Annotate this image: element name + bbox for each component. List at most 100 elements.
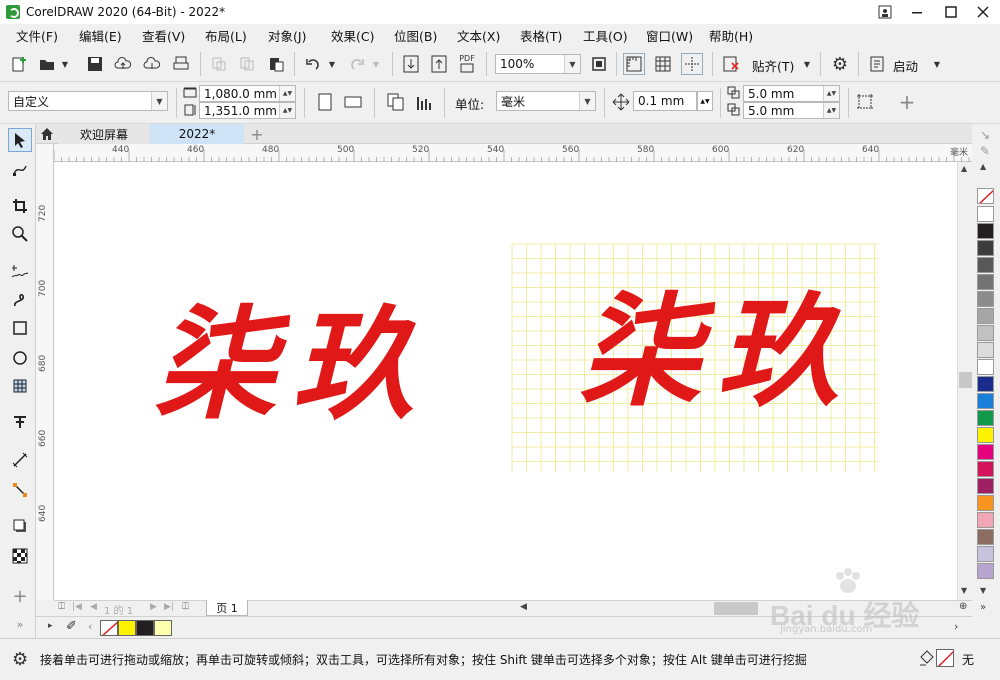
palette-swatch[interactable]	[977, 427, 994, 443]
shape-tool-icon[interactable]	[8, 158, 32, 182]
rulers-toggle-icon[interactable]	[623, 53, 645, 75]
snap-to-label[interactable]: 贴齐(T)	[752, 56, 794, 75]
palette-expand-icon[interactable]: »	[980, 602, 986, 613]
height-spinner-icon[interactable]: ▲▼	[279, 103, 295, 118]
landscape-icon[interactable]	[342, 91, 364, 113]
menu-object[interactable]: 对象(J)	[262, 26, 325, 45]
page-width-field[interactable]: 1,080.0 mm ▲▼	[199, 85, 296, 102]
menu-table[interactable]: 表格(T)	[514, 26, 577, 45]
width-spinner-icon[interactable]: ▲▼	[279, 86, 295, 101]
menu-window[interactable]: 窗口(W)	[640, 26, 703, 45]
menu-layout[interactable]: 布局(L)	[199, 26, 262, 45]
add-page-icon[interactable]: ⎅	[182, 602, 189, 612]
scroll-up-icon[interactable]: ▲	[961, 164, 967, 173]
cloud-share-icon[interactable]	[141, 53, 163, 75]
full-screen-icon[interactable]	[588, 53, 610, 75]
skip-first-icon[interactable]: |◀	[72, 602, 82, 612]
prev-page-icon[interactable]: ◀	[90, 602, 97, 612]
import-icon[interactable]	[400, 53, 422, 75]
expand-toolbox-icon[interactable]: »	[8, 612, 32, 636]
undo-dropdown-icon[interactable]: ▼	[326, 53, 338, 75]
palette-swatch[interactable]	[977, 393, 994, 409]
undo-icon[interactable]	[302, 53, 324, 75]
crop-tool-icon[interactable]	[8, 194, 32, 218]
palette-swatch[interactable]	[977, 223, 994, 239]
menu-edit[interactable]: 编辑(E)	[73, 26, 136, 45]
palette-swatch[interactable]	[977, 512, 994, 528]
outline-none-swatch[interactable]	[936, 649, 954, 667]
calligraphy-text-traced[interactable]: 柒玖	[579, 279, 855, 423]
launch-icon[interactable]	[866, 53, 888, 75]
doc-palette-expand-icon[interactable]: ▸	[48, 621, 53, 631]
vertical-scroll-thumb[interactable]	[959, 372, 972, 388]
doc-swatch-black[interactable]	[136, 620, 154, 636]
palette-swatch[interactable]	[977, 308, 994, 324]
horizontal-ruler[interactable]: 440 460 480 500 520 540 560 580 600 620 …	[54, 144, 972, 162]
eyedropper-icon[interactable]: ✐	[66, 619, 77, 634]
menu-help[interactable]: 帮助(H)	[703, 26, 766, 45]
palette-swatch[interactable]	[977, 529, 994, 545]
guidelines-toggle-icon[interactable]	[681, 53, 703, 75]
palette-swatch[interactable]	[977, 206, 994, 222]
palette-swatch[interactable]	[977, 240, 994, 256]
page-size-select[interactable]: 自定义 ▼	[8, 91, 168, 111]
next-page-icon[interactable]: ▶	[150, 602, 157, 612]
snap-off-icon[interactable]	[720, 53, 742, 75]
docker-arrow-icon[interactable]: ↘	[980, 128, 990, 142]
nudge-distance-field[interactable]: 0.1 mm	[633, 91, 697, 111]
copy-icon[interactable]	[236, 53, 258, 75]
zoom-tool-icon[interactable]	[8, 222, 32, 246]
add-tool-icon[interactable]: +	[8, 584, 32, 608]
menu-bitmaps[interactable]: 位图(B)	[388, 26, 451, 45]
drawing-canvas[interactable]: 柒玖 柒玖	[54, 162, 957, 600]
export-icon[interactable]	[428, 53, 450, 75]
table-tool-icon[interactable]	[8, 374, 32, 398]
dup-y-spinner-icon[interactable]: ▲▼	[823, 103, 839, 118]
portrait-icon[interactable]	[314, 91, 336, 113]
bleed-icon[interactable]	[854, 91, 876, 113]
doc-swatch-yellow[interactable]	[118, 620, 136, 636]
palette-swatch[interactable]	[977, 444, 994, 460]
palette-swatch[interactable]	[977, 359, 994, 375]
palette-swatch[interactable]	[977, 495, 994, 511]
launch-label[interactable]: 启动	[893, 56, 918, 75]
doc-palette-left-icon[interactable]: ‹	[88, 620, 92, 633]
first-page-icon[interactable]: ⎅	[58, 602, 65, 612]
calligraphy-text-original[interactable]: 柒玖	[154, 292, 430, 436]
new-tab-icon[interactable]: +	[246, 124, 268, 144]
page-height-field[interactable]: 1,351.0 mm ▲▼	[199, 102, 296, 119]
new-document-icon[interactable]	[8, 53, 30, 75]
drop-shadow-tool-icon[interactable]	[8, 514, 32, 538]
add-icon[interactable]: +	[896, 90, 918, 114]
open-folder-icon[interactable]	[36, 53, 58, 75]
artistic-media-tool-icon[interactable]	[8, 288, 32, 312]
palette-swatch[interactable]	[977, 291, 994, 307]
palette-swatch[interactable]	[977, 563, 994, 579]
duplicate-y-field[interactable]: 5.0 mm ▲▼	[743, 102, 840, 119]
no-fill-swatch[interactable]	[977, 188, 994, 204]
palette-swatch[interactable]	[977, 478, 994, 494]
current-page-icon[interactable]	[414, 91, 436, 113]
palette-swatch[interactable]	[977, 376, 994, 392]
vertical-ruler[interactable]: 720 700 680 660 640	[36, 144, 54, 600]
tab-welcome-screen[interactable]: 欢迎屏幕	[58, 124, 150, 144]
maximize-button[interactable]	[934, 0, 968, 24]
rectangle-tool-icon[interactable]	[8, 316, 32, 340]
zoom-level-select[interactable]: 100% ▼	[495, 54, 581, 74]
paste-icon[interactable]	[265, 53, 287, 75]
launch-dropdown-icon[interactable]: ▼	[930, 53, 944, 75]
palette-down-icon[interactable]: ▼	[980, 586, 986, 595]
docker-pen-icon[interactable]: ✎	[980, 144, 990, 158]
save-icon[interactable]	[84, 53, 106, 75]
palette-swatch[interactable]	[977, 257, 994, 273]
scroll-down-icon[interactable]: ▼	[961, 586, 967, 595]
pick-tool-icon[interactable]	[8, 128, 32, 152]
dup-x-spinner-icon[interactable]: ▲▼	[823, 86, 839, 101]
dimension-tool-icon[interactable]	[8, 448, 32, 472]
cloud-upload-icon[interactable]	[112, 53, 134, 75]
page-tab[interactable]: 页 1	[206, 600, 248, 616]
status-gear-icon[interactable]: ⚙	[12, 649, 28, 670]
ellipse-tool-icon[interactable]	[8, 346, 32, 370]
palette-swatch[interactable]	[977, 274, 994, 290]
cut-icon[interactable]	[208, 53, 230, 75]
